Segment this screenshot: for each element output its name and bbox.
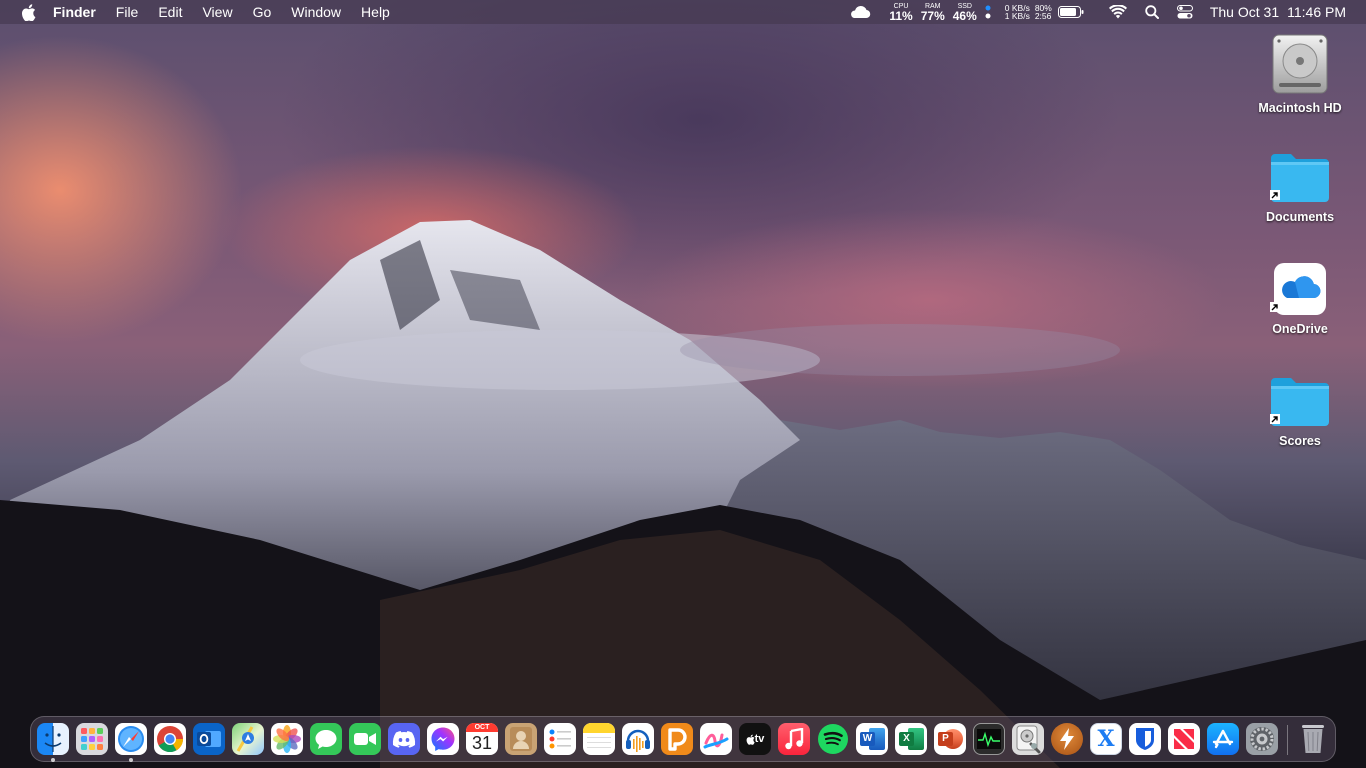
dock-running-indicator [129,758,133,762]
dock-safari-icon[interactable] [115,723,147,755]
dock-app-store-icon[interactable] [1207,723,1239,755]
menu-go[interactable]: Go [243,4,282,20]
dock-system-settings-icon[interactable] [1246,723,1278,755]
status-dots-icon[interactable] [985,4,991,20]
dock-messages-icon[interactable] [310,723,342,755]
clock-time: 11:46 PM [1287,4,1346,20]
desktop-icon-label: Documents [1265,210,1335,224]
desktop-icon-onedrive[interactable]: OneDrive [1250,262,1350,336]
dock-activity-monitor-icon[interactable] [973,723,1005,755]
dock-excel-icon[interactable]: X [895,723,927,755]
menu-bar: Finder File Edit View Go Window Help CPU… [0,0,1366,24]
dock-powerpoint-icon[interactable]: P [934,723,966,755]
desktop-icon-scores[interactable]: Scores [1250,374,1350,448]
menu-window[interactable]: Window [281,4,351,20]
dock-calendar-icon[interactable]: OCT 31 [466,723,498,755]
spotlight-search-icon[interactable] [1145,5,1159,19]
menu-help[interactable]: Help [351,4,400,20]
desktop-icon-label: OneDrive [1272,322,1328,336]
dock-reeder-icon[interactable] [1051,723,1083,755]
dock-separator [1287,725,1288,755]
dock-notes-icon[interactable] [583,723,615,755]
word-letter: W [860,732,875,746]
excel-letter: X [899,732,914,746]
desktop-icon-macintosh-hd[interactable]: Macintosh HD [1250,33,1350,115]
powerpoint-letter: P [938,732,953,746]
menu-view[interactable]: View [192,4,242,20]
clock-date: Thu Oct 31 [1209,4,1280,20]
wallpaper-mountains [0,220,1366,768]
dock-spotify-icon[interactable] [817,723,849,755]
menu-bar-right: CPU 11% RAM 77% SSD 46% 0 KB/s 1 KB/s 80… [840,0,1366,24]
cpu-stat[interactable]: CPU 11% [889,3,912,22]
ssd-value: 46% [952,8,977,23]
apple-menu-icon[interactable] [19,3,37,21]
dock-freeform-icon[interactable] [700,723,732,755]
desktop-icon-documents[interactable]: Documents [1250,150,1350,224]
dock-word-icon[interactable]: W [856,723,888,755]
dock-finder-icon[interactable] [37,723,69,755]
battery-stat[interactable]: 80% 2:56 [1034,3,1052,21]
calendar-month: OCT [466,723,498,732]
dock-apple-tv-icon[interactable]: tv [739,723,771,755]
dock-reminders-icon[interactable] [544,723,576,755]
dock-maps-icon[interactable] [232,723,264,755]
ssd-stat[interactable]: SSD 46% [953,3,977,22]
dock-discord-icon[interactable] [388,723,420,755]
calendar-day: 31 [471,733,493,753]
menu-bar-left: Finder File Edit View Go Window Help [0,0,400,24]
alias-arrow-icon [1270,414,1280,424]
dock-bitwarden-icon[interactable] [1129,723,1161,755]
menu-clock[interactable]: Thu Oct 31 11:46 PM [1210,4,1346,20]
dock-outlook-icon[interactable] [193,723,225,755]
dock-photos-icon[interactable] [271,723,303,755]
dock-news-icon[interactable] [1168,723,1200,755]
alias-arrow-icon [1270,190,1280,200]
alias-arrow-icon [1270,302,1280,312]
xcode-letter: X [1097,726,1115,752]
dock: OCT 31 tv W X P X [30,716,1336,762]
dock-facetime-icon[interactable] [349,723,381,755]
network-stat[interactable]: 0 KB/s 1 KB/s [1004,3,1030,21]
desktop-icon-label: Scores [1279,434,1321,448]
apple-logo-icon [746,734,755,745]
battery-time: 2:56 [1034,11,1052,21]
apple-tv-label: tv [754,733,765,745]
desktop-icon-label: Macintosh HD [1258,101,1342,115]
dock-contacts-icon[interactable] [505,723,537,755]
hard-drive-icon [1272,34,1328,94]
dock-messenger-icon[interactable] [427,723,459,755]
dock-audacity-icon[interactable] [622,723,654,755]
dock-chrome-icon[interactable] [154,723,186,755]
dock-xcode-icon[interactable]: X [1090,723,1122,755]
ram-value: 77% [920,8,945,23]
battery-icon[interactable] [1057,6,1084,18]
weather-cloud-icon[interactable] [849,5,871,19]
dock-launchpad-icon[interactable] [76,723,108,755]
onedrive-icon [1274,263,1326,315]
network-download: 1 KB/s [1004,11,1030,21]
dock-running-indicator [51,758,55,762]
cpu-value: 11% [889,8,913,23]
dock-music-icon[interactable] [778,723,810,755]
menu-edit[interactable]: Edit [148,4,192,20]
dock-trash-icon[interactable] [1297,723,1329,755]
dock-disk-utility-icon[interactable] [1012,723,1044,755]
menu-app-name[interactable]: Finder [53,4,106,20]
menu-file[interactable]: File [106,4,149,20]
ram-stat[interactable]: RAM 77% [921,3,945,22]
dock-pockity-icon[interactable] [661,723,693,755]
control-center-icon[interactable] [1176,5,1193,19]
wifi-icon[interactable] [1108,5,1127,19]
